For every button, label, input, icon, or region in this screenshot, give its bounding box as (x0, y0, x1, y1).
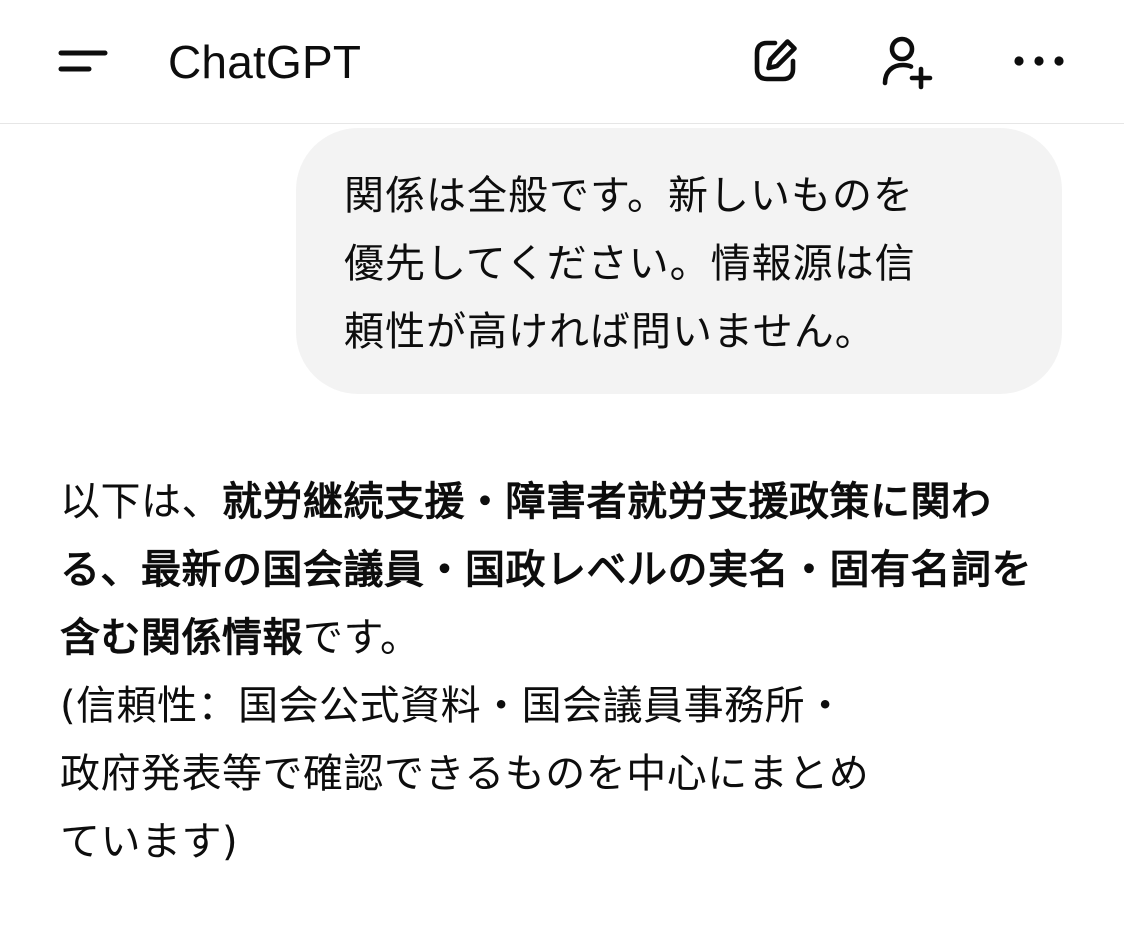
add-user-button[interactable] (872, 26, 942, 96)
user-message-text: 関係は全般です。新しいものを 優先してください。情報源は信 頼性が高ければ問いません… (344, 162, 1022, 366)
assistant-intro-plain: 以下は、 (60, 479, 222, 525)
more-icon (1014, 56, 1064, 66)
menu-button[interactable] (50, 36, 116, 86)
more-options-button[interactable] (1004, 26, 1074, 96)
user-message-line: 関係は全般です。新しいものを (344, 173, 914, 219)
assistant-intro: 以下は、就労継続支援・障害者就労支援政策に関わる、最新の国会議員・国政レベルの実… (60, 468, 1070, 672)
assistant-intro-end: です。 (303, 615, 421, 661)
add-user-icon (882, 36, 933, 90)
assistant-note: (信頼性：国会公式資料・国会議員事務所・ 政府発表等で確認できるものを中心にまとめ… (60, 672, 1070, 876)
top-bar: ChatGPT (0, 0, 1124, 124)
user-message-bubble: 関係は全般です。新しいものを 優先してください。情報源は信 頼性が高ければ問いません… (296, 128, 1062, 394)
app-title: ChatGPT (168, 36, 362, 88)
assistant-note-line: 政府発表等で確認できるものを中心にまとめ (60, 751, 870, 797)
assistant-message: 以下は、就労継続支援・障害者就労支援政策に関わる、最新の国会議員・国政レベルの実… (60, 468, 1070, 876)
new-chat-button[interactable] (740, 26, 810, 96)
user-message-line: 優先してください。情報源は信 (344, 241, 916, 287)
menu-icon (58, 50, 108, 72)
assistant-note-line: ています) (60, 819, 239, 865)
assistant-note-line: (信頼性：国会公式資料・国会議員事務所・ (60, 683, 846, 729)
edit-icon (754, 39, 797, 82)
user-message-line: 頼性が高ければ問いません。 (344, 309, 876, 355)
